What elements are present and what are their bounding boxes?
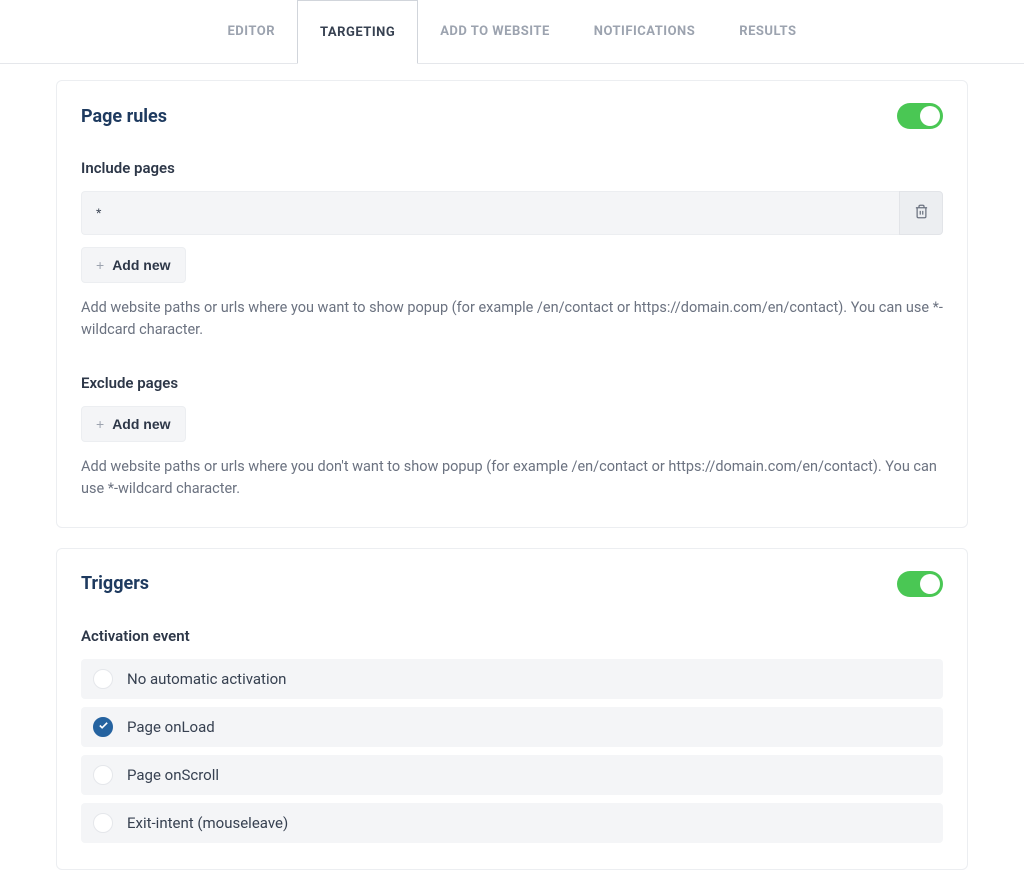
trash-icon	[914, 204, 929, 223]
add-new-label: Add new	[112, 257, 170, 273]
triggers-card: Triggers Activation event No automatic a…	[56, 548, 968, 870]
radio-page-onscroll[interactable]: Page onScroll	[81, 755, 943, 795]
page-rules-card: Page rules Include pages + Add new Add w…	[56, 80, 968, 528]
include-pages-label: Include pages	[81, 159, 943, 177]
page-rules-title: Page rules	[81, 106, 167, 127]
radio-no-activation[interactable]: No automatic activation	[81, 659, 943, 699]
include-help-text: Add website paths or urls where you want…	[81, 297, 943, 342]
check-icon	[98, 720, 109, 734]
activation-radio-list: No automatic activation Page onLoad Page…	[81, 659, 943, 843]
radio-exit-intent[interactable]: Exit-intent (mouseleave)	[81, 803, 943, 843]
exclude-pages-label: Exclude pages	[81, 374, 943, 392]
triggers-toggle[interactable]	[897, 571, 943, 597]
radio-circle	[93, 669, 113, 689]
tab-targeting[interactable]: TARGETING	[297, 0, 418, 64]
activation-event-label: Activation event	[81, 627, 943, 645]
page-rules-toggle[interactable]	[897, 103, 943, 129]
delete-include-button[interactable]	[899, 191, 943, 235]
include-input-row	[81, 191, 943, 235]
radio-label: Page onLoad	[127, 718, 215, 736]
radio-page-onload[interactable]: Page onLoad	[81, 707, 943, 747]
tab-add-to-website[interactable]: ADD TO WEBSITE	[418, 0, 572, 63]
add-include-button[interactable]: + Add new	[81, 247, 186, 283]
tab-notifications[interactable]: NOTIFICATIONS	[572, 0, 717, 63]
radio-label: No automatic activation	[127, 670, 286, 688]
radio-circle-selected	[93, 717, 113, 737]
include-page-input[interactable]	[81, 191, 899, 235]
radio-label: Exit-intent (mouseleave)	[127, 814, 288, 832]
tab-editor[interactable]: EDITOR	[205, 0, 297, 63]
tab-results[interactable]: RESULTS	[717, 0, 818, 63]
toggle-knob	[920, 106, 940, 126]
exclude-help-text: Add website paths or urls where you don'…	[81, 456, 943, 501]
add-exclude-button[interactable]: + Add new	[81, 406, 186, 442]
plus-icon: +	[96, 416, 104, 432]
radio-circle	[93, 765, 113, 785]
plus-icon: +	[96, 257, 104, 273]
add-new-label: Add new	[112, 416, 170, 432]
triggers-title: Triggers	[81, 573, 149, 594]
tabs-bar: EDITOR TARGETING ADD TO WEBSITE NOTIFICA…	[0, 0, 1024, 64]
toggle-knob	[920, 574, 940, 594]
radio-label: Page onScroll	[127, 766, 219, 784]
radio-circle	[93, 813, 113, 833]
